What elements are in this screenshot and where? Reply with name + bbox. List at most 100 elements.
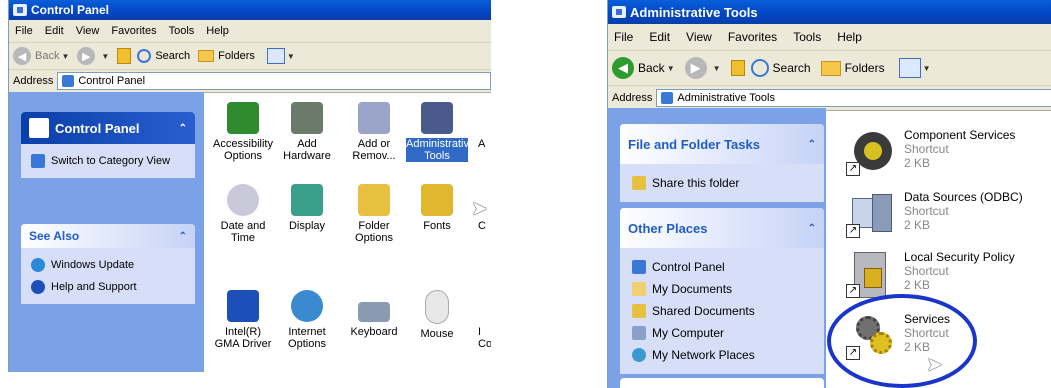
partial-icon — [478, 102, 491, 134]
address-label: Address — [612, 92, 653, 104]
mouse-pointer-icon: ➤ — [926, 354, 943, 376]
menu-file[interactable]: File — [614, 30, 633, 44]
toolbar: ◀ Back ▼ ▶ ▼ Search Folders ▼ — [608, 51, 1051, 86]
add-hardware-icon — [291, 102, 323, 134]
window-title: Administrative Tools — [630, 4, 758, 20]
menu-bar: File Edit View Favorites Tools Help — [608, 24, 1051, 51]
file-folder-tasks-body: Share this folder — [620, 164, 824, 202]
control-panel-box-body: Switch to Category View — [21, 144, 195, 178]
file-folder-tasks-header[interactable]: File and Folder Tasks ⌃ — [620, 124, 824, 164]
collapse-chevron-icon[interactable]: ⌃ — [808, 223, 816, 234]
menu-edit[interactable]: Edit — [649, 30, 670, 44]
folders-icon — [198, 50, 215, 62]
tile-local-security-policy[interactable]: ↗ Local Security Policy Shortcut 2 KB — [846, 250, 1046, 298]
share-folder-link[interactable]: Share this folder — [632, 172, 812, 194]
component-services-icon: ↗ — [846, 128, 894, 176]
my-computer-icon — [632, 326, 646, 340]
item-add-remove-programs[interactable]: Add or Remov... — [343, 102, 405, 162]
control-panel-icon — [13, 4, 27, 16]
views-button[interactable]: ▼ — [895, 58, 931, 78]
partial-icon — [478, 290, 491, 322]
menu-favorites[interactable]: Favorites — [111, 25, 156, 37]
tile-component-services[interactable]: ↗ Component Services Shortcut 2 KB — [846, 128, 1046, 176]
help-support-link[interactable]: Help and Support — [31, 276, 185, 298]
other-places-header[interactable]: Other Places ⌃ — [620, 208, 824, 248]
item-mouse[interactable]: Mouse — [406, 290, 468, 340]
up-folder-icon[interactable] — [117, 48, 132, 64]
menu-view[interactable]: View — [76, 25, 100, 37]
folders-button[interactable]: Folders — [198, 50, 255, 62]
menu-help[interactable]: Help — [837, 30, 862, 44]
intel-gma-icon — [227, 290, 259, 322]
back-button[interactable]: ◀ Back ▼ — [612, 57, 675, 79]
control-panel-large-icon — [29, 118, 49, 138]
item-folder-options[interactable]: Folder Options — [343, 184, 405, 244]
forward-arrow-icon: ▶ — [77, 47, 96, 65]
control-panel-box-header[interactable]: Control Panel ⌃ — [21, 112, 195, 144]
item-partial[interactable]: A — [478, 102, 491, 150]
item-fonts[interactable]: Fonts — [406, 184, 468, 232]
see-also-header[interactable]: See Also ⌃ — [21, 224, 195, 248]
title-bar[interactable]: Control Panel — [9, 0, 491, 20]
other-place-shared-documents[interactable]: Shared Documents — [632, 300, 812, 322]
menu-view[interactable]: View — [686, 30, 712, 44]
folders-button[interactable]: Folders — [820, 60, 885, 76]
up-folder-icon[interactable] — [730, 60, 745, 76]
shortcut-arrow-icon: ↗ — [846, 284, 860, 298]
menu-tools[interactable]: Tools — [169, 25, 195, 37]
other-place-my-documents[interactable]: My Documents — [632, 278, 812, 300]
control-panel-small-icon — [632, 260, 646, 274]
mouse-pointer-icon: ➤ — [471, 198, 488, 220]
shortcut-arrow-icon: ↗ — [846, 162, 860, 176]
item-partial[interactable]: I Co — [478, 290, 491, 350]
clock-icon — [227, 184, 259, 216]
forward-button[interactable]: ▶ ▼ — [684, 57, 721, 79]
address-field[interactable]: Administrative Tools — [656, 89, 1051, 107]
forward-arrow-icon: ▶ — [684, 57, 707, 79]
menu-bar: File Edit View Favorites Tools Help — [9, 20, 491, 43]
tile-data-sources-odbc[interactable]: ↗ Data Sources (ODBC) Shortcut 2 KB — [846, 190, 1046, 238]
address-field[interactable]: Control Panel — [57, 72, 491, 90]
control-panel-small-icon — [62, 75, 75, 87]
item-intel-gma-driver[interactable]: Intel(R) GMA Driver — [212, 290, 274, 350]
other-places-body: Control Panel My Documents Shared Docume… — [620, 248, 824, 374]
other-place-my-network-places[interactable]: My Network Places — [632, 344, 812, 366]
menu-edit[interactable]: Edit — [45, 25, 64, 37]
search-icon — [137, 49, 152, 63]
forward-button[interactable]: ▶ ▼ — [77, 47, 109, 65]
item-internet-options[interactable]: Internet Options — [276, 290, 338, 350]
other-place-my-computer[interactable]: My Computer — [632, 322, 812, 344]
other-place-control-panel[interactable]: Control Panel — [632, 256, 812, 278]
highlight-ellipse — [827, 294, 977, 388]
menu-tools[interactable]: Tools — [793, 30, 821, 44]
search-button[interactable]: Search — [137, 49, 190, 63]
item-add-hardware[interactable]: Add Hardware — [276, 102, 338, 162]
back-button[interactable]: ◀ Back ▼ — [13, 47, 69, 65]
item-date-time[interactable]: Date and Time — [212, 184, 274, 244]
collapse-chevron-icon[interactable]: ⌃ — [179, 123, 187, 134]
windows-update-link[interactable]: Windows Update — [31, 254, 185, 276]
add-remove-icon — [358, 102, 390, 134]
address-label: Address — [13, 75, 54, 87]
other-places-box: Other Places ⌃ Control Panel My Document… — [620, 208, 824, 374]
menu-favorites[interactable]: Favorites — [728, 30, 777, 44]
menu-file[interactable]: File — [15, 25, 33, 37]
switch-category-view-link[interactable]: Switch to Category View — [31, 150, 185, 172]
title-bar[interactable]: Administrative Tools — [608, 0, 1051, 24]
search-icon — [750, 59, 769, 77]
keyboard-icon — [358, 302, 390, 322]
mouse-icon — [425, 290, 449, 324]
item-administrative-tools[interactable]: Administrative Tools — [406, 102, 475, 162]
back-arrow-icon: ◀ — [13, 47, 31, 65]
views-button[interactable]: ▼ — [263, 48, 295, 64]
collapse-chevron-icon[interactable]: ⌃ — [808, 139, 816, 150]
search-button[interactable]: Search — [750, 59, 811, 77]
item-display[interactable]: Display — [276, 184, 338, 232]
item-keyboard[interactable]: Keyboard — [343, 290, 405, 338]
window-title: Control Panel — [31, 3, 110, 17]
category-view-icon — [31, 154, 45, 168]
admin-tools-small-icon — [661, 92, 674, 104]
collapse-chevron-icon[interactable]: ⌃ — [179, 231, 187, 242]
item-accessibility-options[interactable]: Accessibility Options — [212, 102, 274, 162]
menu-help[interactable]: Help — [206, 25, 229, 37]
